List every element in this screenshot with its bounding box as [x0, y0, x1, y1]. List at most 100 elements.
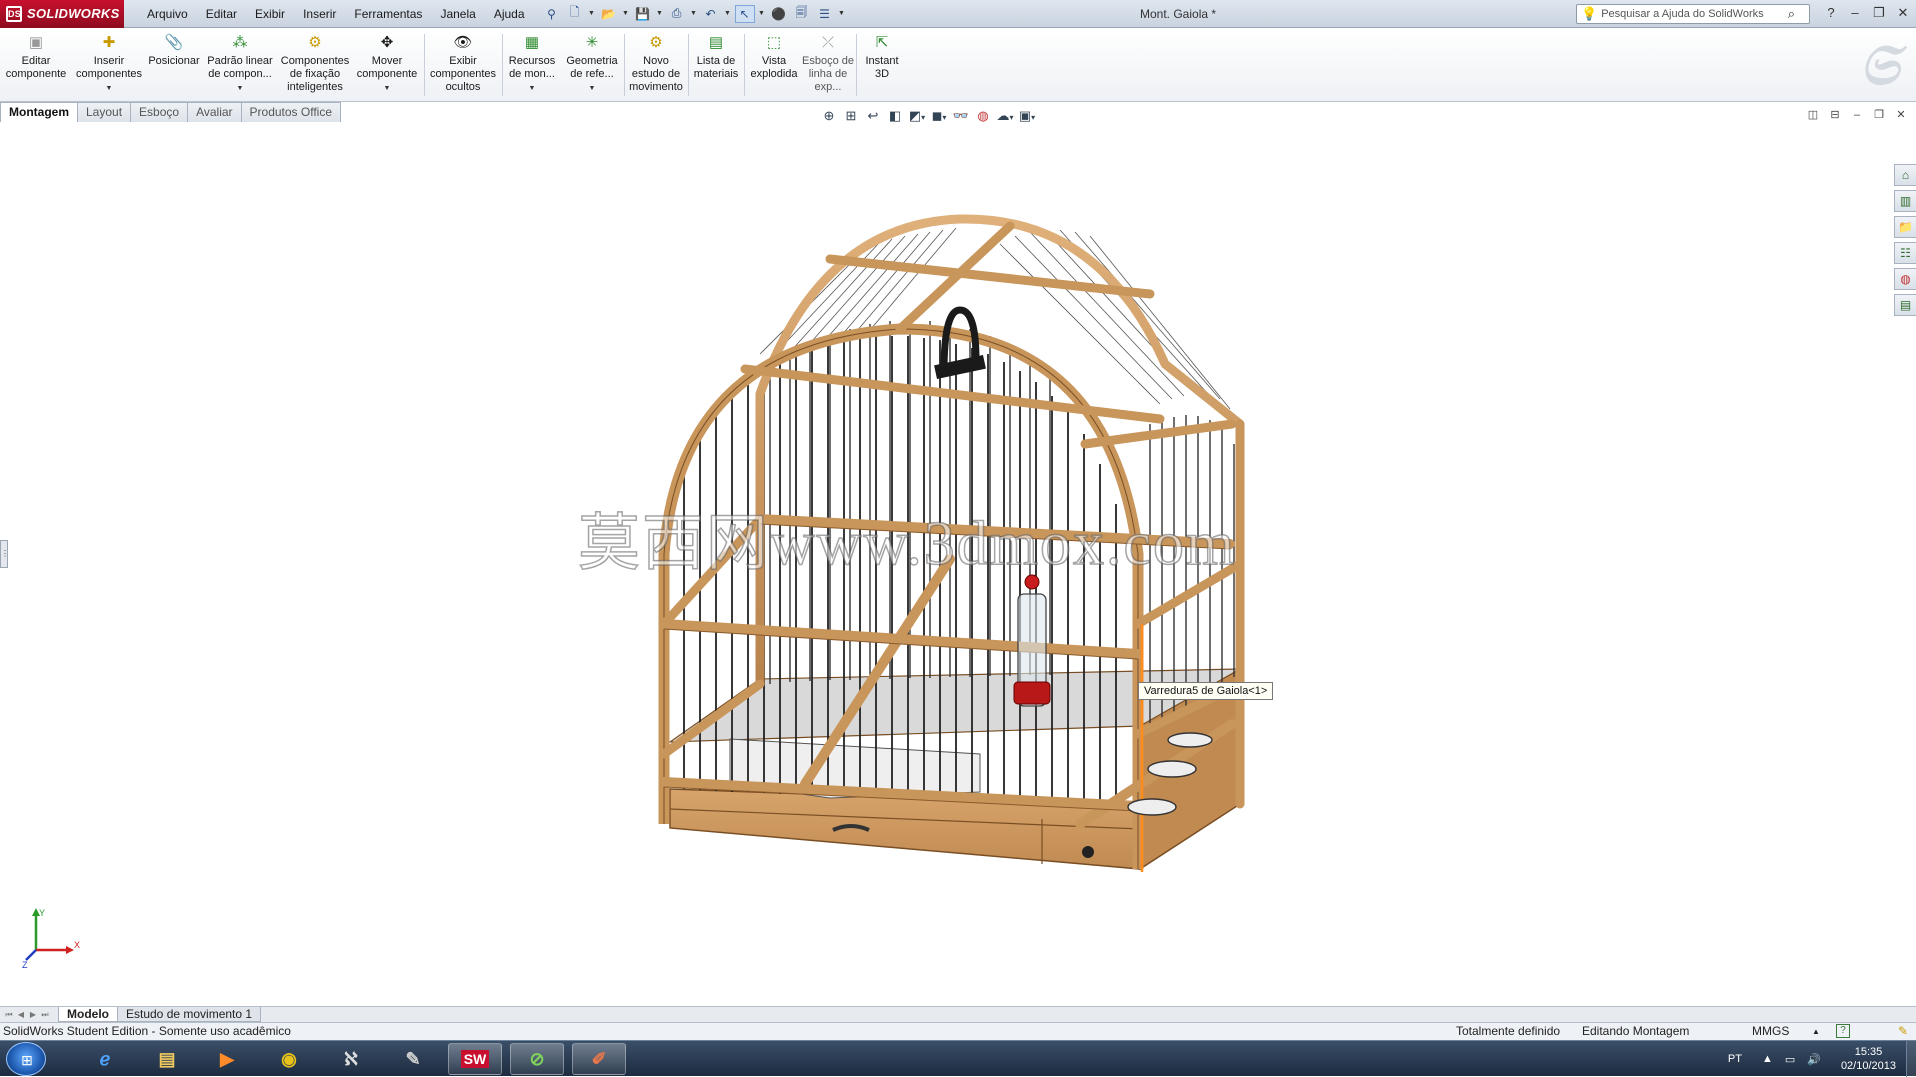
tab-modelo[interactable]: Modelo — [58, 1007, 118, 1022]
chevron-down-icon[interactable]: ▼ — [690, 10, 698, 17]
linear-pattern-button[interactable]: ⁂ Padrão linear de compon... ▼ — [204, 32, 276, 95]
view-settings-icon[interactable]: ▣ — [1018, 107, 1036, 125]
feeder-cup[interactable] — [1127, 798, 1177, 816]
hide-show-items-icon[interactable]: 👓 — [952, 107, 970, 125]
quick-tips-icon[interactable]: ? — [1836, 1024, 1850, 1038]
tab-layout[interactable]: Layout — [77, 102, 132, 122]
minimize-icon[interactable]: – — [1850, 108, 1864, 122]
chevron-down-icon[interactable]: ▼ — [622, 10, 630, 17]
network-icon[interactable]: ▭ — [1785, 1053, 1795, 1066]
zoom-to-area-icon[interactable]: ⊞ — [842, 107, 860, 125]
custom-properties-icon[interactable]: ▤ — [1894, 294, 1916, 316]
select-pointer-icon[interactable]: ↖ — [734, 4, 755, 23]
graphics-area[interactable]: 莫西网www.3dmox.com Varredura5 de Gaiola<1>… — [0, 124, 1916, 1006]
restore-icon[interactable]: ❐ — [1872, 108, 1886, 122]
appearances-icon[interactable]: ◍ — [1894, 268, 1916, 290]
display-style-icon[interactable]: ◼ — [930, 107, 948, 125]
reference-geometry-button[interactable]: ✳ Geometria de refe... ▼ — [562, 32, 622, 95]
chevron-down-icon[interactable]: ▼ — [724, 10, 732, 17]
language-indicator[interactable]: PT — [1728, 1053, 1742, 1065]
previous-view-icon[interactable]: ↩ — [864, 107, 882, 125]
feeder-cup[interactable] — [1147, 760, 1197, 778]
chevron-down-icon[interactable]: ▼ — [589, 82, 596, 95]
assembly-features-button[interactable]: ▦ Recursos de mon... ▼ — [506, 32, 558, 95]
edit-appearance-icon[interactable]: ◍ — [974, 107, 992, 125]
first-tab-icon[interactable]: ⏮ — [4, 1010, 14, 1020]
last-tab-icon[interactable]: ⏭ — [40, 1010, 50, 1020]
view-palette-icon[interactable]: ☷ — [1894, 242, 1916, 264]
chevron-down-icon[interactable]: ▼ — [106, 82, 113, 95]
close-icon[interactable]: ✕ — [1894, 108, 1908, 122]
bottle-base[interactable] — [1013, 681, 1051, 705]
menu-ajuda[interactable]: Ajuda — [485, 7, 534, 21]
chevron-down-icon[interactable]: ▼ — [384, 82, 391, 95]
menu-editar[interactable]: Editar — [197, 7, 246, 21]
drawer-knob[interactable] — [1082, 846, 1094, 858]
view-orientation-icon[interactable]: ◩ — [908, 107, 926, 125]
tab-esboco[interactable]: Esboço — [130, 102, 189, 122]
tab-avaliar[interactable]: Avaliar — [187, 102, 242, 122]
exploded-view-button[interactable]: ⬚ Vista explodida — [746, 32, 802, 81]
help-question-icon[interactable]: ? — [1822, 4, 1840, 22]
show-desktop-button[interactable] — [1906, 1041, 1916, 1077]
pin-icon[interactable]: ⚲ — [542, 5, 562, 23]
tab-montagem[interactable]: Montagem — [0, 102, 78, 122]
rebuild-traffic-light-icon[interactable]: ⚫ — [769, 5, 789, 23]
paint-icon[interactable]: ✎ — [386, 1043, 440, 1075]
chevron-down-icon[interactable]: ▼ — [838, 10, 846, 17]
app-icon-orange[interactable]: ✐ — [572, 1043, 626, 1075]
design-library-icon[interactable]: ▥ — [1894, 190, 1916, 212]
app-icon-green[interactable]: ⊘ — [510, 1043, 564, 1075]
menu-exibir[interactable]: Exibir — [246, 7, 294, 21]
chevron-down-icon[interactable]: ▼ — [588, 10, 596, 17]
split-vertical-icon[interactable]: ⊟ — [1828, 108, 1842, 122]
next-tab-icon[interactable]: ▶ — [28, 1010, 38, 1020]
mate-button[interactable]: 📎 Posicionar — [146, 32, 202, 68]
tab-produtos-office[interactable]: Produtos Office — [240, 102, 342, 122]
file-explorer-icon[interactable]: 📁 — [1894, 216, 1916, 238]
move-component-button[interactable]: ✥ Mover componente ▼ — [354, 32, 420, 95]
options-icon[interactable]: ☰ — [815, 5, 835, 23]
media-player-icon[interactable]: ▶ — [200, 1043, 254, 1075]
chevron-up-icon[interactable]: ▲ — [1812, 1023, 1820, 1040]
back-arch[interactable] — [755, 214, 1243, 684]
insert-components-button[interactable]: ✚ Inserir componentes ▼ — [74, 32, 144, 95]
edit-component-button[interactable]: ▣ Editar componente — [6, 32, 67, 81]
section-view-icon[interactable]: ◧ — [886, 107, 904, 125]
start-button[interactable]: ⊞ — [6, 1042, 46, 1076]
ds-app-icon[interactable]: ℵ — [324, 1043, 378, 1075]
chevron-down-icon[interactable]: ▼ — [656, 10, 664, 17]
motion-study-button[interactable]: ⚙ Novo estudo de movimento — [626, 32, 686, 94]
feeder-cup[interactable] — [1167, 732, 1213, 748]
menu-inserir[interactable]: Inserir — [294, 7, 345, 21]
unit-system-button[interactable]: MMGS — [1752, 1023, 1789, 1040]
undo-icon[interactable]: ↶ — [701, 5, 721, 23]
menu-ferramentas[interactable]: Ferramentas — [345, 7, 431, 21]
close-icon[interactable]: ✕ — [1894, 4, 1912, 22]
chrome-icon[interactable]: ◉ — [262, 1043, 316, 1075]
new-document-icon[interactable]: 🗋 — [565, 5, 585, 23]
solidworks-logo[interactable]: DS SOLIDWORKS — [0, 0, 124, 28]
feature-manager-collapse-handle[interactable]: ⋮ — [0, 540, 9, 568]
show-hidden-icons-icon[interactable]: ▲ — [1762, 1053, 1773, 1065]
menu-janela[interactable]: Janela — [431, 7, 484, 21]
save-icon[interactable]: 💾 — [633, 5, 653, 23]
menu-arquivo[interactable]: Arquivo — [138, 7, 197, 21]
rebuild-status-icon[interactable]: ✎ — [1898, 1023, 1908, 1040]
restore-icon[interactable]: ❐ — [1870, 4, 1888, 22]
internet-explorer-icon[interactable]: ℯ — [78, 1043, 132, 1075]
zoom-to-fit-icon[interactable]: ⊕ — [820, 107, 838, 125]
help-search-input[interactable]: 💡 Pesquisar a Ajuda do SolidWorks ⌕ — [1576, 4, 1810, 24]
chevron-down-icon[interactable]: ▼ — [758, 10, 766, 17]
file-explorer-icon[interactable]: ▤ — [140, 1043, 194, 1075]
clock[interactable]: 15:35 02/10/2013 — [1841, 1045, 1896, 1073]
explode-line-sketch-button[interactable]: ⤫ Esboço de linha de exp... — [802, 32, 854, 94]
smart-fasteners-button[interactable]: ⚙ Componentes de fixação inteligentes — [278, 32, 352, 94]
show-hidden-button[interactable]: 👁 Exibir componentes ocultos — [428, 32, 498, 94]
print-icon[interactable]: ⎙ — [667, 5, 687, 23]
chevron-down-icon[interactable]: ▼ — [237, 82, 244, 95]
home-icon[interactable]: ⌂ — [1894, 164, 1916, 186]
minimize-icon[interactable]: – — [1846, 4, 1864, 22]
split-horizontal-icon[interactable]: ◫ — [1806, 108, 1820, 122]
open-folder-icon[interactable]: 📂 — [599, 5, 619, 23]
